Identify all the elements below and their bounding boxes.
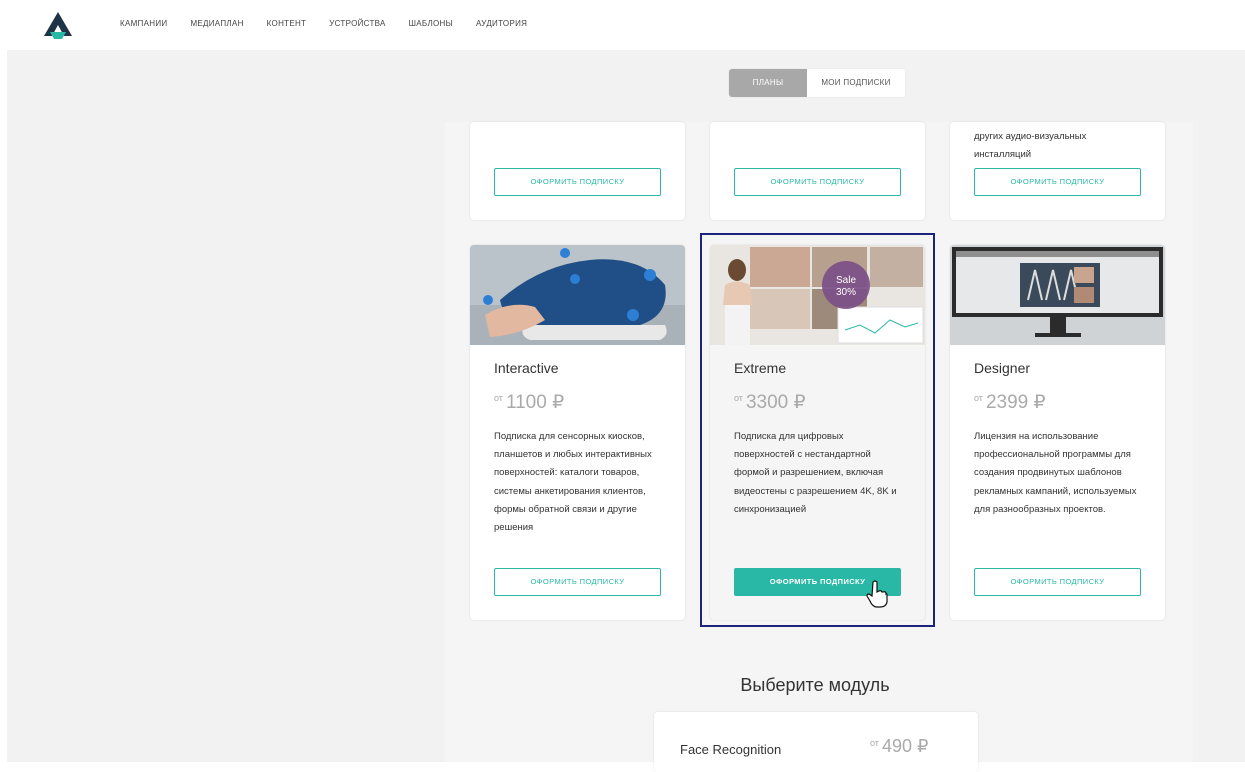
tab-my-subscriptions[interactable]: МОИ ПОДПИСКИ [807,69,905,97]
plan-card-top-2: ОФОРМИТЬ ПОДПИСКУ [710,122,925,220]
plan-title: Designer [974,360,1031,376]
plan-description: других аудио-визуальных инсталляций [974,131,1087,160]
hand-pointer-cursor-icon [866,580,888,608]
subscribe-button[interactable]: ОФОРМИТЬ ПОДПИСКУ [974,168,1141,196]
price-prefix: от [870,738,879,748]
monitor-software-image [950,245,1165,345]
nav-item-mediaplan[interactable]: МЕДИАПЛАН [190,19,243,28]
price-value: 490 ₽ [881,736,929,756]
plan-card-top-3: других аудио-визуальных инсталляций ОФОР… [950,122,1165,220]
nav-item-devices[interactable]: УСТРОЙСТВА [329,19,385,28]
plan-price: от 2399 ₽ [974,391,1046,414]
nav-item-campaigns[interactable]: КАМПАНИИ [120,19,167,28]
sneaker-touch-image [470,245,685,345]
main-nav: КАМПАНИИ МЕДИАПЛАН КОНТЕНТ УСТРОЙСТВА ША… [120,19,550,28]
tab-plans[interactable]: ПЛАНЫ [729,69,807,97]
plans-tabs: ПЛАНЫ МОИ ПОДПИСКИ [729,69,905,97]
plan-card-top-1: ОФОРМИТЬ ПОДПИСКУ [470,122,685,220]
plan-description: Подписка для сенсорных киосков, планшето… [494,431,652,534]
plan-price: от 1100 ₽ [494,391,564,414]
module-price: от 490 ₽ [870,736,928,757]
subscribe-button[interactable]: ОФОРМИТЬ ПОДПИСКУ [494,568,661,596]
module-card-face-recognition[interactable]: Face Recognition от 490 ₽ [654,712,978,772]
nav-item-audience[interactable]: АУДИТОРИЯ [476,19,527,28]
module-section-title: Выберите модуль [740,675,890,695]
price-prefix: от [494,393,503,403]
price-prefix: от [974,393,983,403]
subscribe-button[interactable]: ОФОРМИТЬ ПОДПИСКУ [734,168,901,196]
price-value: 1100 ₽ [505,392,565,413]
subscribe-button[interactable]: ОФОРМИТЬ ПОДПИСКУ [494,168,661,196]
module-name: Face Recognition [680,742,782,757]
selected-plan-highlight [700,233,935,627]
plan-title: Interactive [494,360,559,376]
nav-item-templates[interactable]: ШАБЛОНЫ [409,19,453,28]
subscribe-button[interactable]: ОФОРМИТЬ ПОДПИСКУ [974,568,1141,596]
plan-card-designer: Designer от 2399 ₽ Лицензия на использова… [950,245,1165,620]
app-logo-icon[interactable] [40,10,76,40]
plan-card-interactive: Interactive от 1100 ₽ Подписка для сенсор… [470,245,685,620]
plan-description: Лицензия на использование профессиональн… [974,431,1137,515]
top-navigation-bar: КАМПАНИИ МЕДИАПЛАН КОНТЕНТ УСТРОЙСТВА ША… [0,0,1245,50]
nav-item-content[interactable]: КОНТЕНТ [267,19,307,28]
price-value: 2399 ₽ [985,392,1046,413]
